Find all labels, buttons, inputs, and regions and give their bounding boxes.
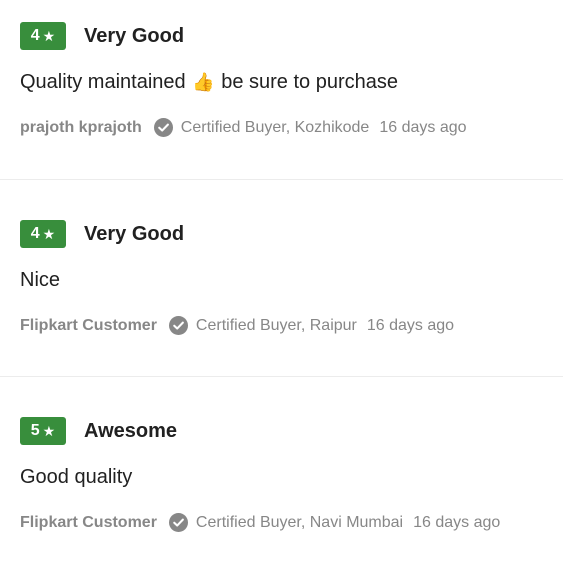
review-body: Quality maintained 👍 be sure to purchase (20, 71, 543, 94)
review-title: Very Good (84, 222, 185, 245)
review-title: Very Good (84, 24, 185, 47)
certified-buyer-label: Certified Buyer, Navi Mumbai (195, 513, 404, 531)
review-body: Nice (20, 269, 543, 292)
review-body-text-continued: be sure to purchase (221, 71, 398, 93)
rating-badge: 4 ★ (20, 22, 66, 50)
review-date: 16 days ago (413, 513, 501, 531)
review-author: Flipkart Customer (20, 316, 157, 334)
review-date: 16 days ago (366, 316, 455, 334)
reviews-list: 4 ★ Very Good Quality maintained 👍 be su… (0, 0, 563, 573)
review-body-text: Quality maintained (20, 71, 186, 93)
rating-value: 4 (30, 225, 40, 242)
rating-value: 5 (30, 422, 40, 439)
review-meta: prajoth kprajoth Certified Buyer, Kozhik… (20, 118, 543, 137)
review-item: 4 ★ Very Good Quality maintained 👍 be su… (0, 0, 563, 179)
review-item: 5 ★ Awesome Good quality Flipkart Custom… (0, 376, 563, 573)
star-icon: ★ (42, 422, 56, 439)
review-header: 5 ★ Awesome (20, 377, 543, 445)
review-item: 4 ★ Very Good Nice Flipkart Customer Cer… (0, 179, 563, 376)
certified-check-icon (168, 513, 188, 532)
rating-value: 4 (30, 27, 40, 44)
thumbs-up-icon: 👍 (192, 72, 215, 92)
review-meta: Flipkart Customer Certified Buyer, Navi … (20, 513, 543, 532)
certified-check-icon (168, 316, 188, 335)
review-body: Good quality (20, 466, 543, 489)
review-date: 16 days ago (379, 118, 467, 136)
certified-buyer-label: Certified Buyer, Kozhikode (180, 118, 370, 136)
review-body-text: Nice (20, 269, 61, 291)
review-author: Flipkart Customer (20, 513, 157, 531)
review-body-text: Good quality (20, 466, 133, 488)
certified-buyer-label: Certified Buyer, Raipur (195, 316, 357, 334)
review-title: Awesome (84, 419, 178, 442)
review-meta: Flipkart Customer Certified Buyer, Raipu… (20, 316, 543, 335)
star-icon: ★ (42, 225, 56, 242)
rating-badge: 5 ★ (20, 417, 66, 445)
star-icon: ★ (42, 27, 56, 44)
review-author: prajoth kprajoth (20, 118, 142, 136)
review-header: 4 ★ Very Good (20, 0, 543, 50)
certified-check-icon (153, 118, 173, 137)
rating-badge: 4 ★ (20, 220, 66, 248)
review-header: 4 ★ Very Good (20, 180, 543, 248)
